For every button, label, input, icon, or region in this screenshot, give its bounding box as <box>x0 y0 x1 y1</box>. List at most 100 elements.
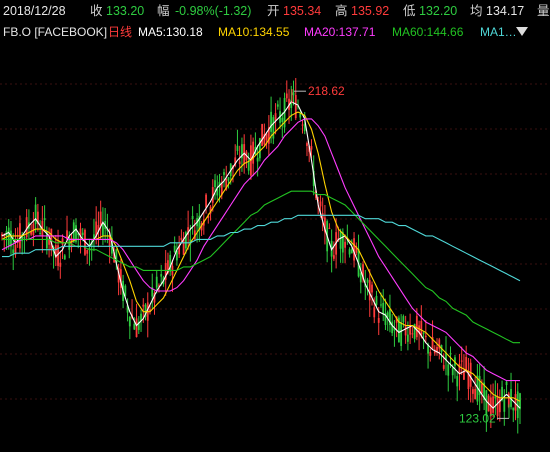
candle-body <box>380 304 382 306</box>
candle-body <box>276 104 279 107</box>
low-value: 132.20 <box>419 4 458 18</box>
candle-body <box>180 237 183 241</box>
high-value: 135.92 <box>351 4 390 18</box>
candle-body <box>496 396 499 417</box>
candle-body <box>400 322 403 346</box>
candle-body <box>294 95 297 119</box>
open-value: 135.34 <box>283 4 322 18</box>
moving-average-legend: FB.O [FACEBOOK] 日线 MA5:130.18 MA10:134.5… <box>0 22 550 42</box>
candle-body <box>377 317 380 323</box>
candle-body <box>373 307 376 318</box>
dropdown-triangle-icon[interactable] <box>516 27 528 36</box>
avg-label: 均 <box>470 4 483 18</box>
change-value: -0.98%(-1.32) <box>175 4 252 18</box>
candle-body <box>272 117 275 139</box>
candlesticks <box>1 77 521 434</box>
candle-body <box>135 318 138 338</box>
candle-body <box>205 194 207 208</box>
candle-body <box>472 389 474 394</box>
moving-average-lines <box>1 100 521 409</box>
period-selector[interactable]: 日线 <box>108 22 132 42</box>
candle-body <box>63 255 66 260</box>
candle-body <box>160 274 163 277</box>
candle-body <box>447 364 450 376</box>
candle-body <box>344 241 346 248</box>
volume-label: 量 <box>537 4 550 18</box>
candle-body <box>236 145 239 151</box>
ma-line-ma120 <box>2 214 521 282</box>
candle-body <box>301 124 304 126</box>
candle-body <box>460 360 463 362</box>
candle-body <box>359 272 362 283</box>
candle-body <box>348 249 351 255</box>
candle-body <box>299 114 302 118</box>
date-value: 2018/12/28 <box>3 4 66 18</box>
candle-body <box>59 262 62 267</box>
candle-body <box>422 332 425 334</box>
candle-body <box>214 180 216 188</box>
candle-body <box>292 92 295 96</box>
candle-body <box>191 215 194 219</box>
candle-body <box>281 117 284 123</box>
candle-body <box>371 284 373 293</box>
candle-body <box>332 255 335 259</box>
chart-grid <box>0 83 550 400</box>
candle-body <box>350 249 353 254</box>
candle-body <box>406 334 409 342</box>
candle-body <box>223 172 225 175</box>
candle-body <box>456 376 459 387</box>
ma-line-ma20 <box>1 118 520 382</box>
candle-body <box>39 232 42 234</box>
candle-body <box>415 315 418 338</box>
candle-body <box>182 239 185 255</box>
candle-body <box>12 249 15 254</box>
candle-body <box>512 407 515 411</box>
ma120-legend: MA1… <box>480 25 517 39</box>
candle-body <box>494 396 497 399</box>
candle-body <box>429 351 432 356</box>
candle-body <box>247 161 250 171</box>
candle-body <box>339 231 342 249</box>
candle-body <box>503 399 506 412</box>
candle-body <box>404 325 407 336</box>
candle-body <box>310 146 313 150</box>
open-label: 开 <box>267 4 280 18</box>
candle-body <box>23 237 26 239</box>
ma5-legend: MA5:130.18 <box>138 25 203 39</box>
candle-body <box>480 383 483 394</box>
ma-line-ma60 <box>2 190 520 344</box>
candle-body <box>128 316 131 327</box>
price-chart[interactable]: 218.62 123.02 <box>0 44 550 452</box>
candle-body <box>442 365 445 369</box>
candle-body <box>10 230 12 247</box>
candle-body <box>155 276 158 288</box>
ma20-legend: MA20:137.71 <box>304 25 376 39</box>
candle-body <box>449 352 452 355</box>
candle-body <box>61 238 64 245</box>
symbol-label: FB.O [FACEBOOK] <box>3 25 108 39</box>
candle-body <box>252 141 255 164</box>
ma-line-ma10 <box>1 111 521 402</box>
candle-body <box>375 295 378 305</box>
low-label: 低 <box>403 4 416 18</box>
low-price-label: 123.02 <box>459 411 496 425</box>
ma10-legend: MA10:134.55 <box>218 25 290 39</box>
high-price-label: 218.62 <box>308 84 345 98</box>
candle-body <box>238 161 241 165</box>
candle-body <box>261 124 264 146</box>
candle-body <box>43 218 46 221</box>
candle-body <box>469 362 472 387</box>
candle-body <box>505 381 508 386</box>
candle-body <box>81 232 84 236</box>
candle-body <box>133 323 136 330</box>
avg-value: 134.17 <box>486 4 525 18</box>
ma-line-ma5 <box>1 100 521 409</box>
candle-body <box>366 279 369 283</box>
candle-body <box>306 143 308 146</box>
candle-body <box>368 280 371 301</box>
candle-body <box>173 245 176 252</box>
candle-body <box>411 333 414 335</box>
candle-body <box>451 368 454 376</box>
candle-body <box>402 316 405 323</box>
candle-body <box>328 227 331 229</box>
